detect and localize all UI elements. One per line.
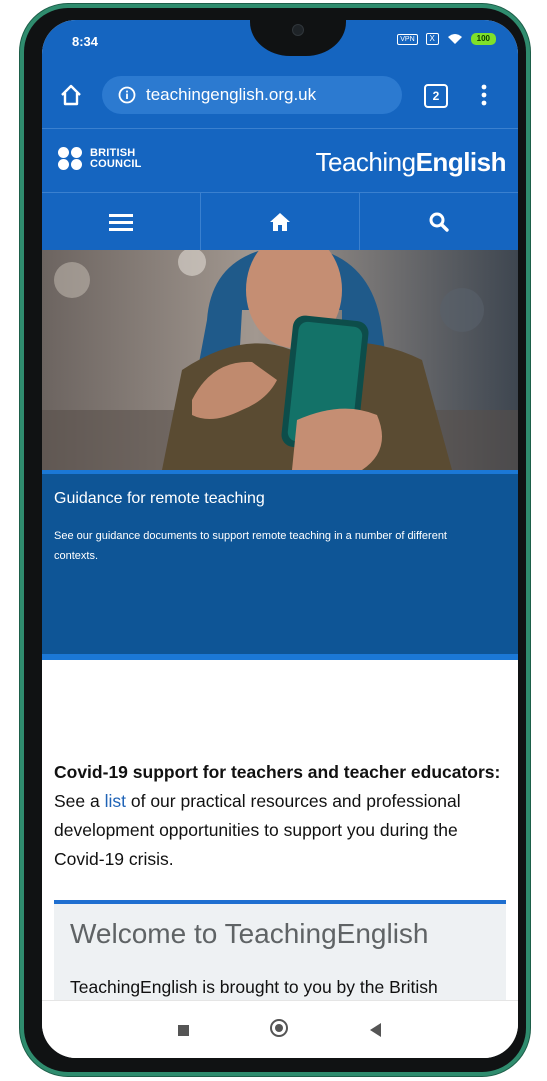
recents-icon[interactable] (178, 1025, 189, 1036)
covid-text-before: See a (54, 791, 105, 811)
menu-button[interactable] (42, 193, 201, 251)
covid-support-paragraph: Covid-19 support for teachers and teache… (54, 758, 506, 874)
welcome-title: Welcome to TeachingEnglish (70, 918, 429, 949)
covid-resources-link[interactable]: list (105, 791, 126, 811)
site-home-button[interactable] (201, 193, 360, 251)
android-navigation-bar (42, 1000, 518, 1058)
url-text: teachingenglish.org.uk (146, 85, 317, 104)
battery-icon: 100 (470, 33, 496, 45)
hamburger-icon (109, 214, 133, 231)
tab-switcher-button[interactable]: 2 (424, 84, 448, 108)
browser-home-button[interactable] (56, 80, 86, 110)
address-bar-row: teachingenglish.org.uk 2 (42, 70, 518, 122)
home-icon (270, 213, 290, 231)
site-header: BRITISH COUNCIL TeachingEnglish (42, 128, 518, 193)
british-council-logo[interactable]: BRITISH COUNCIL (58, 147, 142, 171)
browser-menu-button[interactable] (474, 82, 494, 108)
british-council-wordmark: BRITISH COUNCIL (90, 147, 142, 170)
more-vert-icon (481, 84, 487, 106)
hero-description: See our guidance documents to support re… (54, 530, 447, 562)
wifi-icon (447, 34, 462, 44)
british-council-dots-icon (58, 147, 86, 171)
browser-chrome: 8:34 VPN X 100 teachingenglish.org.uk 2 (42, 20, 518, 128)
covid-lead: Covid-19 support for teachers and teache… (54, 762, 501, 782)
phone-screen: 8:34 VPN X 100 teachingenglish.org.uk 2 … (42, 20, 518, 1058)
hero-banner[interactable]: Guidance for remote teaching See our gui… (42, 470, 518, 660)
site-nav (42, 192, 518, 251)
status-icons: VPN X 100 (397, 33, 496, 45)
home-outline-icon (61, 84, 81, 106)
camera-notch (250, 20, 346, 56)
search-icon (429, 212, 449, 232)
search-button[interactable] (360, 193, 518, 251)
hero-photo (42, 250, 518, 470)
hero-title[interactable]: Guidance for remote teaching (54, 490, 265, 508)
teachingenglish-logo[interactable]: TeachingEnglish (316, 147, 507, 178)
hero-image[interactable] (42, 250, 518, 470)
sim-icon: X (425, 33, 439, 45)
url-bar[interactable]: teachingenglish.org.uk (102, 76, 402, 114)
android-home-icon[interactable] (270, 1019, 288, 1037)
info-icon[interactable] (118, 86, 136, 104)
back-icon[interactable] (370, 1023, 381, 1037)
vpn-icon: VPN (397, 33, 418, 45)
status-time: 8:34 (72, 34, 99, 49)
front-camera-icon (292, 24, 304, 36)
